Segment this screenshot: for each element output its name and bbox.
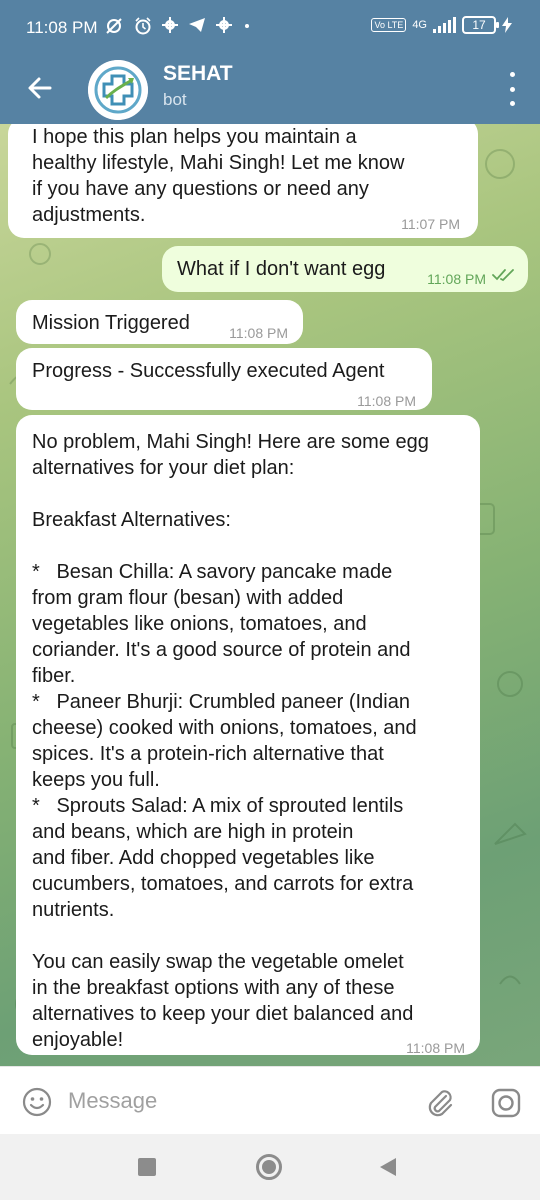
telegram-icon bbox=[189, 18, 205, 32]
message-text: What if I don't want egg bbox=[177, 258, 386, 280]
system-nav-bar bbox=[0, 1134, 540, 1200]
data-saver-icon bbox=[106, 18, 122, 34]
dot-icon bbox=[509, 72, 515, 77]
camera-icon[interactable] bbox=[490, 1087, 522, 1119]
gear-icon bbox=[162, 17, 178, 33]
back-button[interactable] bbox=[22, 70, 58, 106]
chat-subtitle: bot bbox=[163, 90, 187, 109]
charging-icon bbox=[502, 17, 512, 33]
double-check-icon bbox=[492, 269, 514, 282]
status-system-icons: Vo LTE 4G 17 bbox=[371, 16, 512, 34]
message-bubble-incoming[interactable]: No problem, Mahi Singh! Here are some eg… bbox=[16, 415, 480, 1056]
signal-icon bbox=[433, 17, 456, 33]
arrow-left-icon bbox=[28, 77, 52, 99]
message-bubble-incoming[interactable]: Progress - Successfully executed Agent 1… bbox=[16, 348, 432, 410]
recents-button[interactable] bbox=[138, 1158, 156, 1176]
dot-icon bbox=[509, 101, 515, 106]
system-back-button[interactable] bbox=[380, 1158, 396, 1176]
status-notification-icons bbox=[104, 17, 252, 35]
message-time: 11:08 PM bbox=[229, 325, 288, 341]
message-time: 11:08 PM bbox=[357, 393, 416, 409]
message-time: 11:07 PM bbox=[401, 216, 460, 232]
emoji-icon[interactable] bbox=[22, 1087, 52, 1117]
volte-badge: Vo LTE bbox=[371, 18, 407, 32]
message-time: 11:08 PM bbox=[406, 1040, 465, 1056]
chat-header: SEHAT bot bbox=[0, 56, 540, 124]
message-time: 11:08 PM bbox=[427, 271, 486, 287]
more-options-button[interactable] bbox=[506, 72, 518, 106]
alarm-icon bbox=[135, 17, 151, 35]
message-bubble-incoming[interactable]: I hope this plan helps you maintain a he… bbox=[8, 124, 478, 238]
chat-messages[interactable]: I hope this plan helps you maintain a he… bbox=[0, 124, 540, 1066]
sehat-logo-icon bbox=[88, 60, 148, 120]
message-text: Progress - Successfully executed Agent bbox=[32, 360, 385, 382]
message-input[interactable] bbox=[68, 1081, 408, 1121]
message-text: No problem, Mahi Singh! Here are some eg… bbox=[32, 431, 429, 1051]
paperclip-icon[interactable] bbox=[424, 1087, 456, 1119]
message-text: I hope this plan helps you maintain a he… bbox=[32, 126, 405, 226]
battery-icon: 17 bbox=[462, 16, 499, 34]
message-text: Mission Triggered bbox=[32, 312, 190, 334]
network-type: 4G bbox=[412, 19, 427, 31]
dot-icon bbox=[245, 24, 249, 28]
home-button[interactable] bbox=[256, 1154, 282, 1180]
message-bubble-incoming[interactable]: Mission Triggered 11:08 PM bbox=[16, 300, 303, 344]
message-composer bbox=[0, 1066, 540, 1134]
dot-icon bbox=[509, 86, 515, 92]
status-bar: 11:08 PM Vo LTE 4G 17 bbox=[0, 0, 540, 56]
gear-icon bbox=[216, 17, 232, 33]
message-bubble-outgoing[interactable]: What if I don't want egg 11:08 PM bbox=[162, 246, 528, 292]
status-time: 11:08 PM bbox=[26, 18, 98, 37]
avatar[interactable] bbox=[88, 60, 148, 120]
chat-title[interactable]: SEHAT bbox=[163, 62, 233, 86]
